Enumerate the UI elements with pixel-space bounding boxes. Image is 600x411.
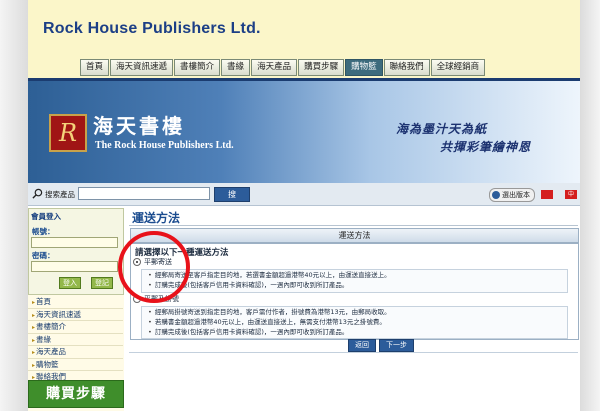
- version-select-button[interactable]: 選出版本: [489, 188, 535, 202]
- banner: R 海天書樓 The Rock House Publishers Ltd. 海為…: [28, 78, 580, 183]
- left-page-shade: [0, 0, 28, 411]
- register-button[interactable]: 登記: [91, 277, 113, 289]
- nav-home[interactable]: 首頁: [80, 59, 110, 76]
- shipping-panel: 請選擇以下一種運送方法 平郵寄送 經郵局寄送至客戶指定目的地，若選書金額超過港幣…: [130, 243, 579, 340]
- option-surface-notes: 經郵局寄送至客戶指定目的地，若選書金額超過港幣40元以上，由運送直接送上。 訂購…: [141, 269, 568, 293]
- account-input[interactable]: [31, 237, 118, 248]
- login-button[interactable]: 登入: [59, 277, 81, 289]
- title-divider: [129, 225, 578, 226]
- logo-name-en: The Rock House Publishers Ltd.: [95, 140, 234, 151]
- side-menu-book-club[interactable]: 書緣: [28, 333, 123, 346]
- search-input[interactable]: [78, 187, 210, 200]
- annotation-circle: [118, 231, 190, 303]
- buy-steps-button[interactable]: 購買步驟: [28, 380, 124, 408]
- note: 經郵局掛號寄送到指定目的地，客戶需付作者，掛號費為港幣13元，由郵局收取。: [142, 307, 567, 317]
- version-label: 選出版本: [502, 191, 530, 199]
- note: 訂購完成後(包括客戶信用卡資料確認)，一週內即可收到所訂產品。: [142, 327, 567, 337]
- back-button[interactable]: 返回: [348, 339, 376, 352]
- shipping-option-surface[interactable]: 平郵寄送: [133, 257, 573, 267]
- main-nav: 首頁 海天資訊速遞 書樓簡介 書緣 海天產品 購買步驟 購物籃 聯絡我們 全球經…: [80, 59, 486, 76]
- note: 若購書金額超過港幣40元以上，由運送直接送上，無需支付港幣13元之掛號費。: [142, 317, 567, 327]
- password-label: 密碼：: [32, 251, 55, 260]
- right-page-shade: [580, 0, 600, 411]
- logo-icon: R: [49, 114, 87, 152]
- shipping-option-registered[interactable]: 平郵及掛號: [133, 294, 573, 304]
- slogan-line-2: 共揮彩筆繪神恩: [440, 140, 532, 154]
- bottom-divider: [129, 352, 578, 353]
- side-menu-about[interactable]: 書樓簡介: [28, 321, 123, 334]
- nav-book-club[interactable]: 書緣: [221, 59, 251, 76]
- note: 經郵局寄送至客戶指定目的地，若選書金額超過港幣40元以上，由運送直接送上。: [142, 270, 567, 280]
- nav-products[interactable]: 海天產品: [251, 59, 298, 76]
- search-icon: [32, 188, 43, 199]
- nav-buy-steps[interactable]: 購買步驟: [298, 59, 345, 76]
- company-name: Rock House Publishers Ltd.: [43, 20, 261, 37]
- slogan-line-1: 海為墨汁天為紙: [396, 122, 488, 136]
- next-button[interactable]: 下一步: [379, 339, 414, 352]
- nav-distributors[interactable]: 全球經銷商: [430, 59, 486, 76]
- side-menu-products[interactable]: 海天產品: [28, 346, 123, 359]
- side-menu: 首頁 海天資訊速遞 書樓簡介 書緣 海天產品 購物籃 聯絡我們: [28, 296, 123, 384]
- nav-about[interactable]: 書樓簡介: [174, 59, 221, 76]
- nav-contact[interactable]: 聯絡我們: [383, 59, 430, 76]
- top-band: Rock House Publishers Ltd. 首頁 海天資訊速遞 書樓簡…: [28, 0, 580, 78]
- globe-icon: [492, 191, 500, 199]
- action-buttons: 返回 下一步: [348, 339, 414, 352]
- search-bar: 搜索產品 搜 選出版本 中: [28, 183, 580, 206]
- logo-name-cn: 海天書樓: [93, 114, 185, 138]
- flag-icon[interactable]: [541, 190, 553, 199]
- banner-top-line: [28, 78, 580, 81]
- note: 訂購完成後(包括客戶信用卡資料確認)，一週內即可收到所訂產品。: [142, 280, 567, 290]
- sidebar: 會員登入 帳號： 密碼： 登入 登記 首頁 海天資訊速遞 書樓簡介 書緣 海天產…: [28, 208, 124, 411]
- search-button[interactable]: 搜: [214, 187, 250, 202]
- section-header: 運送方法: [130, 228, 579, 243]
- option-registered-notes: 經郵局掛號寄送到指定目的地，客戶需付作者，掛號費為港幣13元，由郵局收取。 若購…: [141, 306, 568, 339]
- login-title: 會員登入: [31, 212, 61, 221]
- password-input[interactable]: [31, 261, 118, 272]
- side-menu-news[interactable]: 海天資訊速遞: [28, 308, 123, 321]
- side-menu-home[interactable]: 首頁: [28, 296, 123, 309]
- page: Rock House Publishers Ltd. 首頁 海天資訊速遞 書樓簡…: [28, 0, 580, 411]
- side-menu-cart[interactable]: 購物籃: [28, 358, 123, 371]
- login-box: 會員登入 帳號： 密碼： 登入 登記: [28, 208, 124, 295]
- nav-cart[interactable]: 購物籃: [345, 59, 383, 76]
- page-title: 運送方法: [132, 211, 181, 225]
- language-flag[interactable]: 中: [565, 190, 577, 199]
- search-label: 搜索產品: [45, 190, 75, 199]
- nav-news[interactable]: 海天資訊速遞: [110, 59, 174, 76]
- account-label: 帳號：: [32, 227, 55, 236]
